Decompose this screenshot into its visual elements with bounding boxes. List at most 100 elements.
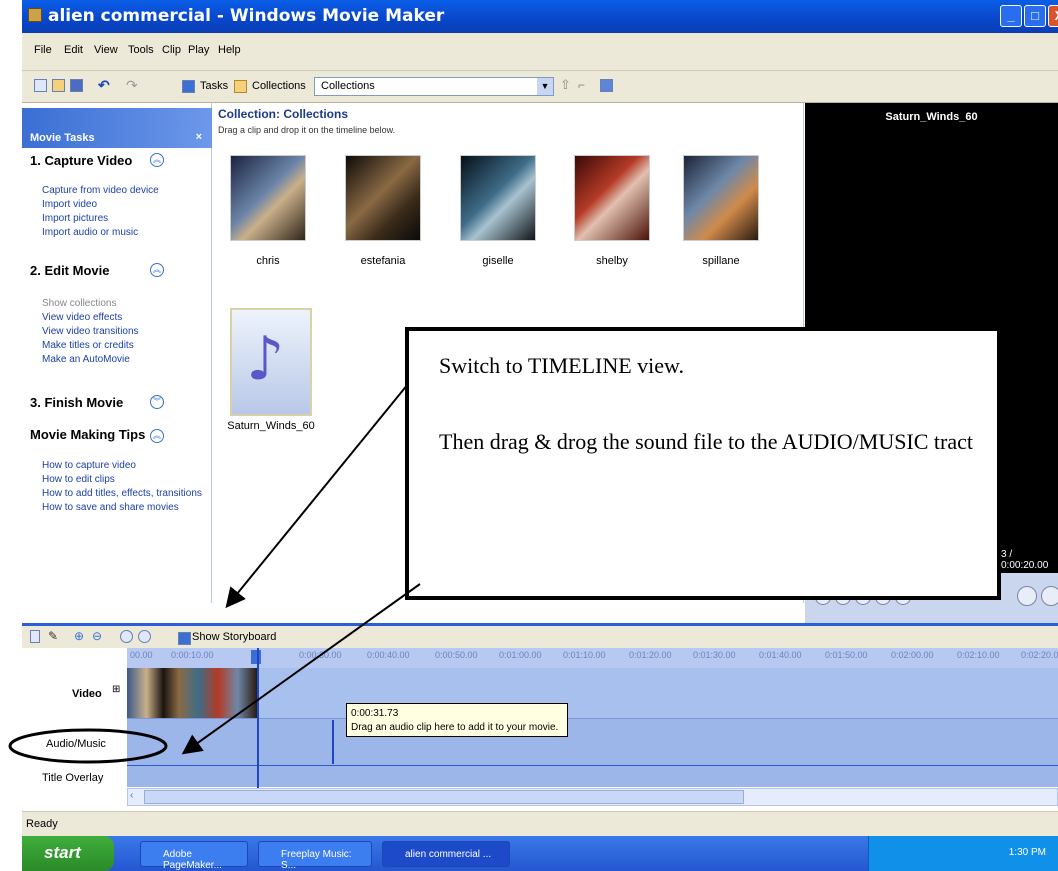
finish-movie-heading[interactable]: 3. Finish Movie [30,395,123,410]
taskbar-item-movie-maker[interactable]: alien commercial ... [382,841,510,867]
ruler-tick: 0:01:10.00 [563,650,606,660]
collapse-tips-icon[interactable]: ︽ [150,429,164,443]
clock: 1:30 PM [1008,847,1046,858]
scroll-left-icon[interactable]: ‹ [130,790,133,801]
close-button[interactable]: X [1048,5,1058,27]
rewind-icon[interactable] [120,630,133,643]
undo-icon[interactable]: ↶ [98,78,111,92]
link-import-pictures[interactable]: Import pictures [42,213,108,224]
link-video-transitions[interactable]: View video transitions [42,326,139,337]
zoom-in-icon[interactable]: ⊕ [74,630,87,643]
tasks-button[interactable]: Tasks [182,77,228,97]
timeline-scrollbar[interactable]: ‹ [127,788,1058,806]
video-clip-strip[interactable] [127,668,257,718]
clip-thumbnail-spillane[interactable] [683,155,759,241]
audio-clip-thumbnail[interactable]: ♪ [230,308,312,416]
chevron-down-icon: ▼ [537,78,553,95]
menu-file[interactable]: File [34,44,52,56]
link-import-audio[interactable]: Import audio or music [42,227,138,238]
video-track[interactable] [127,668,1058,718]
views-icon[interactable] [600,79,613,92]
preview-title: Saturn_Winds_60 [885,111,978,123]
zoom-out-icon[interactable]: ⊖ [92,630,105,643]
take-picture-button[interactable] [1041,586,1058,606]
link-how-capture[interactable]: How to capture video [42,460,136,471]
clip-thumbnail-chris[interactable] [230,155,306,241]
taskbar-item-freeplay[interactable]: Freeplay Music: S... [258,841,372,871]
link-how-edit[interactable]: How to edit clips [42,474,115,485]
link-video-effects[interactable]: View video effects [42,312,122,323]
show-storyboard-button[interactable]: Show Storyboard [178,631,276,645]
tips-heading[interactable]: Movie Making Tips [30,427,145,442]
scrollbar-thumb[interactable] [144,790,744,804]
audio-music-track[interactable] [127,718,1058,765]
capture-video-heading[interactable]: 1. Capture Video [30,153,132,168]
system-tray: 1:30 PM [868,836,1058,871]
link-capture-device[interactable]: Capture from video device [42,185,159,196]
save-project-icon[interactable] [70,79,83,92]
ruler-tick: 0:01:00.00 [499,650,542,660]
menu-help[interactable]: Help [218,44,241,56]
up-level-icon[interactable]: ⇧ [560,78,573,92]
timeline-ruler[interactable]: 00.00 0:00:10.00 0:00:30.00 0:00:40.00 0… [127,648,1058,668]
toolbar: ↶ ↷ Tasks Collections Collections ▼ ⇧ ⌐ [22,71,1058,103]
link-import-video[interactable]: Import video [42,199,97,210]
taskbar-item-label: Adobe PageMaker... [163,849,222,871]
minimize-button[interactable]: _ [1000,5,1022,27]
start-button[interactable]: start [22,836,114,871]
tasks-header-title: Movie Tasks [30,132,95,144]
collections-button[interactable]: Collections [234,77,306,97]
timeline-toolbar: ✎ ⊕ ⊖ Show Storyboard [22,623,1058,648]
menu-edit[interactable]: Edit [64,44,83,56]
collection-title: Collection: Collections [218,107,349,121]
edit-movie-heading[interactable]: 2. Edit Movie [30,263,109,278]
playhead-line [257,648,259,788]
taskbar-item-pagemaker[interactable]: Adobe PageMaker... [140,841,248,871]
ruler-tick: 0:01:20.00 [629,650,672,660]
clip-label-giselle: giselle [482,255,514,267]
split-clip-button[interactable] [1017,586,1037,606]
ruler-tick: 0:02:00.00 [891,650,934,660]
close-tasks-icon[interactable]: × [196,131,202,143]
set-audio-levels-icon[interactable] [30,630,40,643]
clip-thumbnail-shelby[interactable] [574,155,650,241]
collapse-edit-icon[interactable]: ︽ [150,263,164,277]
start-label: start [44,843,81,862]
link-how-titles[interactable]: How to add titles, effects, transitions [42,488,202,499]
callout-line-2: Then drag & drog the sound file to the A… [439,429,974,454]
drop-cursor [332,720,334,764]
title-overlay-track[interactable] [127,765,1058,787]
menu-clip[interactable]: Clip [162,44,181,56]
windows-taskbar: start Adobe PageMaker... Freeplay Music:… [22,836,1058,871]
menu-tools[interactable]: Tools [128,44,154,56]
play-timeline-icon[interactable] [138,630,151,643]
drop-tooltip: 0:00:31.73 Drag an audio clip here to ad… [346,703,568,737]
maximize-button[interactable]: □ [1024,5,1046,27]
clip-thumbnail-giselle[interactable] [460,155,536,241]
collections-dropdown[interactable]: Collections ▼ [314,77,554,96]
collapse-capture-icon[interactable]: ︽ [150,153,164,167]
redo-icon[interactable]: ↷ [126,78,139,92]
link-show-collections[interactable]: Show collections [42,298,116,309]
window-title: alien commercial - Windows Movie Maker [48,6,445,26]
menu-play[interactable]: Play [188,44,209,56]
open-project-icon[interactable] [52,79,65,92]
new-collection-icon[interactable]: ⌐ [578,79,591,92]
narrate-icon[interactable]: ✎ [48,630,60,643]
new-project-icon[interactable] [34,79,47,92]
ruler-tick: 0:00:40.00 [367,650,410,660]
playhead-handle[interactable] [251,650,261,664]
ruler-tick: 0:02:20.00 [1021,650,1058,660]
clip-thumbnail-estefania[interactable] [345,155,421,241]
expand-video-icon[interactable]: ⊞ [112,684,120,695]
link-titles-credits[interactable]: Make titles or credits [42,340,134,351]
folder-icon [234,80,247,93]
tooltip-time: 0:00:31.73 [351,708,399,719]
menu-view[interactable]: View [94,44,118,56]
collections-label: Collections [252,80,306,92]
link-how-save[interactable]: How to save and share movies [42,502,179,513]
link-automovie[interactable]: Make an AutoMovie [42,354,130,365]
ruler-tick: 00.00 [130,650,153,660]
expand-finish-icon[interactable]: ︾ [150,395,164,409]
collection-subtitle: Drag a clip and drop it on the timeline … [218,125,396,135]
